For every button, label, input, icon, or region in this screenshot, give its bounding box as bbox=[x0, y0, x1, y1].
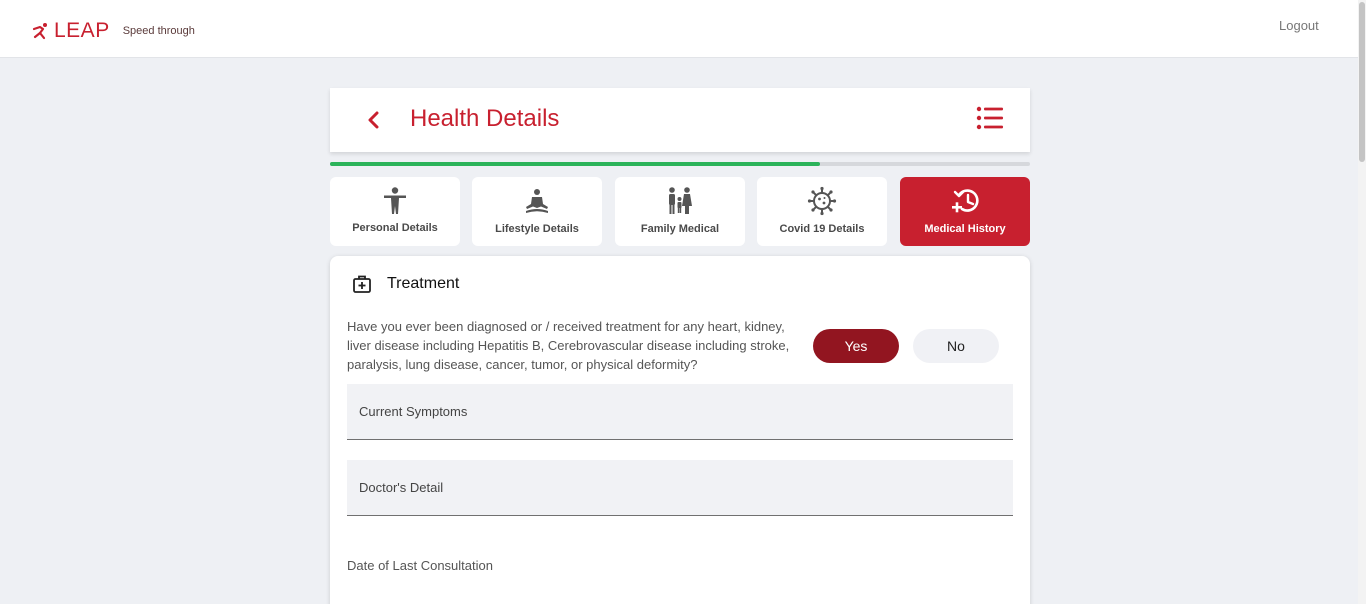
back-button[interactable] bbox=[362, 108, 384, 132]
section-tabs: Personal Details Lifestyle Details Famil… bbox=[330, 177, 1030, 246]
tab-label: Lifestyle Details bbox=[495, 223, 579, 235]
section-title: Treatment bbox=[387, 275, 460, 292]
last-consultation-date-label: Date of Last Consultation bbox=[347, 558, 493, 573]
scrollbar-thumb[interactable] bbox=[1359, 2, 1365, 162]
list-menu-icon bbox=[976, 106, 1003, 130]
tab-lifestyle-details[interactable]: Lifestyle Details bbox=[472, 177, 602, 246]
doctor-detail-field[interactable] bbox=[347, 460, 1013, 516]
brand-tagline: Speed through bbox=[122, 25, 195, 37]
virus-icon bbox=[807, 186, 837, 216]
treatment-form: Treatment Have you ever been diagnosed o… bbox=[330, 256, 1030, 604]
top-bar: LEAP Speed through Logout bbox=[0, 0, 1366, 58]
medical-kit-icon bbox=[353, 275, 371, 293]
doctor-detail-input[interactable] bbox=[347, 460, 1013, 515]
brand[interactable]: LEAP Speed through bbox=[32, 19, 195, 43]
progress-fill bbox=[330, 162, 820, 166]
tab-medical-history[interactable]: Medical History bbox=[900, 177, 1030, 246]
logout-link[interactable]: Logout bbox=[1279, 18, 1319, 33]
tab-family-medical[interactable]: Family Medical bbox=[615, 177, 745, 246]
tab-label: Personal Details bbox=[352, 222, 438, 234]
current-symptoms-input[interactable] bbox=[347, 384, 1013, 439]
tab-label: Covid 19 Details bbox=[779, 223, 865, 235]
yes-button[interactable]: Yes bbox=[813, 329, 899, 363]
brand-logo: LEAP bbox=[32, 19, 110, 43]
chevron-left-icon bbox=[368, 111, 379, 129]
no-button[interactable]: No bbox=[913, 329, 999, 363]
page-scrollbar[interactable] bbox=[1358, 0, 1366, 604]
brand-name: LEAP bbox=[54, 19, 110, 42]
history-plus-icon bbox=[952, 189, 979, 213]
tab-personal-details[interactable]: Personal Details bbox=[330, 177, 460, 246]
tab-label: Medical History bbox=[924, 223, 1006, 235]
meditation-icon bbox=[526, 189, 548, 213]
family-icon bbox=[669, 187, 692, 214]
page-title: Health Details bbox=[410, 105, 560, 132]
page-header: Health Details bbox=[330, 88, 1030, 152]
menu-button[interactable] bbox=[976, 105, 1004, 131]
person-icon bbox=[384, 187, 406, 214]
progress-bar bbox=[330, 162, 1030, 166]
treatment-question: Have you ever been diagnosed or / receiv… bbox=[347, 319, 790, 372]
runner-icon bbox=[32, 23, 47, 40]
tab-covid-19-details[interactable]: Covid 19 Details bbox=[757, 177, 887, 246]
tab-label: Family Medical bbox=[640, 223, 720, 235]
current-symptoms-field[interactable] bbox=[347, 384, 1013, 440]
